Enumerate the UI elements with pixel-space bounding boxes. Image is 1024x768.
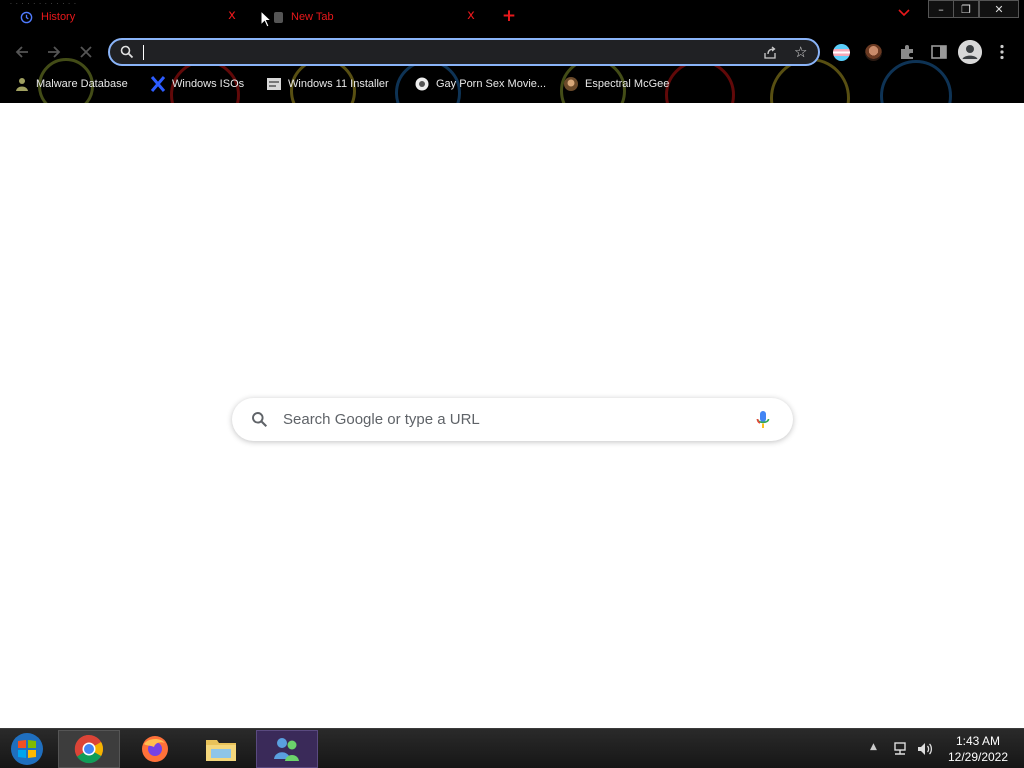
clock-date: 12/29/2022 [947,750,1009,764]
system-clock[interactable]: 1:43 AM 12/29/2022 [940,733,1016,765]
network-icon[interactable] [892,741,908,757]
firefox-icon [142,736,168,762]
tab-search-icon[interactable] [898,9,910,17]
extension-flag-icon[interactable] [833,44,850,61]
taskbar-messenger[interactable] [256,730,318,768]
mouse-cursor-icon [260,10,272,28]
bookmark-label: Gay Porn Sex Movie... [436,78,547,90]
minimize-button[interactable]: – [928,0,954,18]
more-menu-icon[interactable] [992,42,1012,62]
taskbar-file-explorer[interactable] [190,730,252,768]
tab-title: History [41,11,76,23]
stop-loading-icon[interactable] [76,42,96,62]
microphone-icon[interactable] [756,410,770,430]
theme-watermark: · · · · · · · · · · · · [10,1,77,8]
bookmark-malware-database[interactable]: Malware Database [14,74,128,94]
search-icon [252,412,268,428]
toolbar: ☆ [0,36,1024,68]
x-logo-icon [150,76,166,92]
bookmark-label: Windows 11 Installer [288,78,389,90]
taskbar: ▲ 1:43 AM 12/29/2022 [0,728,1024,768]
newtab-icon [274,11,283,23]
start-button[interactable] [0,730,54,768]
chrome-icon [74,734,103,764]
ntp-search-input[interactable] [283,409,743,429]
extension-avatar-icon[interactable] [865,44,882,61]
address-input[interactable] [142,43,752,61]
browser-frame: History x New Tab x + – ❐ ✕ ☆ Malware Da… [0,0,1024,103]
bookmark-label: Espectral McGee [585,78,670,90]
taskbar-firefox[interactable] [124,730,186,768]
ntp-search-box[interactable] [232,398,793,441]
new-tab-button[interactable]: + [500,6,518,26]
side-panel-icon[interactable] [929,42,949,62]
bookmark-site[interactable]: Gay Porn Sex Movie... [414,74,546,94]
profile-avatar-icon[interactable] [958,40,982,64]
site-icon [415,77,429,91]
bookmark-windows-11-installer[interactable]: Windows 11 Installer [266,74,389,94]
forward-arrow-icon[interactable] [44,42,64,62]
bookmark-espectral-mcgee[interactable]: Espectral McGee [563,74,669,94]
close-window-button[interactable]: ✕ [979,0,1019,18]
tab-strip: History x New Tab x + – ❐ ✕ [0,0,1024,34]
tab-close-icon[interactable]: x [463,8,479,24]
bookmark-label: Windows ISOs [172,78,245,90]
text-caret [143,45,144,60]
bookmark-label: Malware Database [36,78,128,90]
restore-button[interactable]: ❐ [953,0,979,18]
installer-icon [267,78,281,90]
tray-expand-icon[interactable]: ▲ [870,742,877,752]
search-icon [120,45,134,59]
tab-close-icon[interactable]: x [224,8,240,24]
malware-icon [16,78,28,91]
extensions-puzzle-icon[interactable] [897,42,917,62]
address-bar[interactable]: ☆ [108,38,820,66]
back-arrow-icon[interactable] [12,42,32,62]
messenger-people-icon [274,738,299,761]
bookmark-star-icon[interactable]: ☆ [794,44,807,60]
tab-title: New Tab [291,11,334,23]
avatar-icon [564,77,578,91]
bookmark-windows-isos[interactable]: Windows ISOs [150,74,244,94]
volume-icon[interactable] [916,741,934,757]
bookmarks-bar: Malware Database Windows ISOs Windows 11… [0,72,1024,96]
tab-new-tab[interactable]: New Tab x [254,0,494,34]
start-orb-icon [11,733,43,765]
history-icon [20,11,33,23]
clock-time: 1:43 AM [955,734,1001,748]
folder-icon [206,740,236,761]
share-icon[interactable] [762,45,778,61]
taskbar-chrome[interactable] [58,730,120,768]
